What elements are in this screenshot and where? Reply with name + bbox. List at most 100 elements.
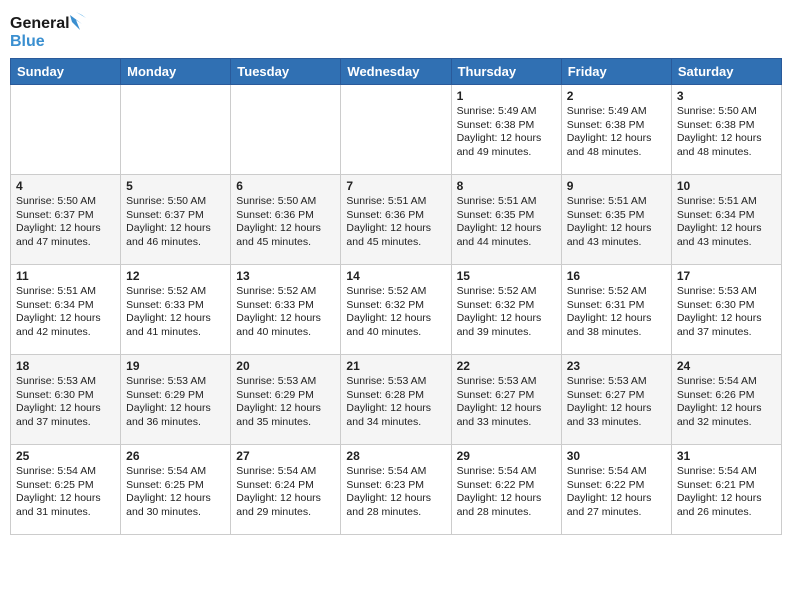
day-info-line: Sunrise: 5:50 AM (677, 105, 776, 119)
day-info-line: Sunset: 6:26 PM (677, 389, 776, 403)
day-info-line: Daylight: 12 hours (16, 492, 115, 506)
day-number: 20 (236, 359, 335, 373)
day-info-line: Sunrise: 5:54 AM (16, 465, 115, 479)
calendar-cell: 31Sunrise: 5:54 AMSunset: 6:21 PMDayligh… (671, 445, 781, 535)
day-info-line: and 29 minutes. (236, 506, 335, 520)
day-info-line: and 32 minutes. (677, 416, 776, 430)
day-info-line: Daylight: 12 hours (677, 312, 776, 326)
day-info-line: and 30 minutes. (126, 506, 225, 520)
day-info-line: Daylight: 12 hours (457, 492, 556, 506)
calendar-cell: 24Sunrise: 5:54 AMSunset: 6:26 PMDayligh… (671, 355, 781, 445)
day-info-line: Sunrise: 5:54 AM (567, 465, 666, 479)
day-info-line: Daylight: 12 hours (457, 402, 556, 416)
day-info-line: Sunset: 6:38 PM (677, 119, 776, 133)
calendar-cell: 7Sunrise: 5:51 AMSunset: 6:36 PMDaylight… (341, 175, 451, 265)
day-info-line: Daylight: 12 hours (567, 492, 666, 506)
day-info-line: Sunrise: 5:51 AM (457, 195, 556, 209)
day-info-line: Sunset: 6:34 PM (677, 209, 776, 223)
day-info-line: Sunset: 6:35 PM (457, 209, 556, 223)
day-number: 16 (567, 269, 666, 283)
day-header-thursday: Thursday (451, 59, 561, 85)
calendar-week-5: 25Sunrise: 5:54 AMSunset: 6:25 PMDayligh… (11, 445, 782, 535)
day-info-line: Sunset: 6:30 PM (16, 389, 115, 403)
day-info-line: Daylight: 12 hours (346, 222, 445, 236)
calendar-cell: 11Sunrise: 5:51 AMSunset: 6:34 PMDayligh… (11, 265, 121, 355)
calendar-cell: 4Sunrise: 5:50 AMSunset: 6:37 PMDaylight… (11, 175, 121, 265)
day-info-line: and 26 minutes. (677, 506, 776, 520)
day-info-line: Daylight: 12 hours (567, 222, 666, 236)
day-info-line: Daylight: 12 hours (236, 222, 335, 236)
day-info-line: Sunset: 6:25 PM (16, 479, 115, 493)
day-info-line: Sunrise: 5:54 AM (346, 465, 445, 479)
calendar-cell: 13Sunrise: 5:52 AMSunset: 6:33 PMDayligh… (231, 265, 341, 355)
day-number: 26 (126, 449, 225, 463)
day-info-line: Sunset: 6:25 PM (126, 479, 225, 493)
day-info-line: Sunrise: 5:49 AM (457, 105, 556, 119)
day-number: 21 (346, 359, 445, 373)
day-info-line: Sunrise: 5:53 AM (16, 375, 115, 389)
calendar-cell: 15Sunrise: 5:52 AMSunset: 6:32 PMDayligh… (451, 265, 561, 355)
day-info-line: Sunset: 6:34 PM (16, 299, 115, 313)
day-info-line: Daylight: 12 hours (16, 402, 115, 416)
day-header-sunday: Sunday (11, 59, 121, 85)
day-info-line: Sunrise: 5:50 AM (236, 195, 335, 209)
day-info-line: Daylight: 12 hours (567, 132, 666, 146)
day-info-line: Daylight: 12 hours (567, 402, 666, 416)
calendar-cell: 22Sunrise: 5:53 AMSunset: 6:27 PMDayligh… (451, 355, 561, 445)
day-info-line: Daylight: 12 hours (126, 492, 225, 506)
day-info-line: Daylight: 12 hours (126, 312, 225, 326)
day-number: 15 (457, 269, 556, 283)
svg-text:General: General (10, 15, 70, 32)
day-info-line: Sunset: 6:38 PM (567, 119, 666, 133)
calendar-cell: 23Sunrise: 5:53 AMSunset: 6:27 PMDayligh… (561, 355, 671, 445)
day-number: 23 (567, 359, 666, 373)
day-info-line: Daylight: 12 hours (346, 402, 445, 416)
day-number: 18 (16, 359, 115, 373)
day-info-line: and 45 minutes. (346, 236, 445, 250)
day-info-line: and 27 minutes. (567, 506, 666, 520)
day-info-line: Sunrise: 5:51 AM (677, 195, 776, 209)
day-info-line: and 37 minutes. (16, 416, 115, 430)
calendar-cell: 9Sunrise: 5:51 AMSunset: 6:35 PMDaylight… (561, 175, 671, 265)
day-info-line: and 47 minutes. (16, 236, 115, 250)
calendar-table: SundayMondayTuesdayWednesdayThursdayFrid… (10, 58, 782, 535)
day-info-line: Sunrise: 5:52 AM (346, 285, 445, 299)
day-info-line: Sunrise: 5:54 AM (236, 465, 335, 479)
calendar-cell: 27Sunrise: 5:54 AMSunset: 6:24 PMDayligh… (231, 445, 341, 535)
day-info-line: Daylight: 12 hours (236, 312, 335, 326)
day-number: 24 (677, 359, 776, 373)
day-info-line: Daylight: 12 hours (346, 492, 445, 506)
day-info-line: Sunrise: 5:52 AM (126, 285, 225, 299)
day-info-line: Sunrise: 5:54 AM (126, 465, 225, 479)
svg-text:Blue: Blue (10, 33, 45, 50)
calendar-cell: 14Sunrise: 5:52 AMSunset: 6:32 PMDayligh… (341, 265, 451, 355)
day-info-line: Daylight: 12 hours (236, 402, 335, 416)
day-header-wednesday: Wednesday (341, 59, 451, 85)
calendar-cell (231, 85, 341, 175)
day-info-line: Sunrise: 5:51 AM (567, 195, 666, 209)
day-info-line: Sunrise: 5:53 AM (677, 285, 776, 299)
day-info-line: and 33 minutes. (567, 416, 666, 430)
day-info-line: Sunset: 6:33 PM (236, 299, 335, 313)
day-info-line: and 36 minutes. (126, 416, 225, 430)
day-info-line: Sunset: 6:24 PM (236, 479, 335, 493)
day-number: 12 (126, 269, 225, 283)
day-number: 28 (346, 449, 445, 463)
day-info-line: Sunset: 6:29 PM (236, 389, 335, 403)
day-info-line: and 48 minutes. (677, 146, 776, 160)
day-info-line: and 43 minutes. (567, 236, 666, 250)
day-number: 2 (567, 89, 666, 103)
day-header-monday: Monday (121, 59, 231, 85)
day-info-line: Daylight: 12 hours (677, 402, 776, 416)
day-info-line: Sunrise: 5:53 AM (126, 375, 225, 389)
day-info-line: Daylight: 12 hours (126, 402, 225, 416)
day-info-line: and 34 minutes. (346, 416, 445, 430)
day-number: 19 (126, 359, 225, 373)
day-info-line: Daylight: 12 hours (567, 312, 666, 326)
day-number: 31 (677, 449, 776, 463)
day-info-line: Sunset: 6:27 PM (457, 389, 556, 403)
day-info-line: Sunset: 6:29 PM (126, 389, 225, 403)
day-info-line: Daylight: 12 hours (457, 132, 556, 146)
day-number: 5 (126, 179, 225, 193)
day-info-line: and 48 minutes. (567, 146, 666, 160)
